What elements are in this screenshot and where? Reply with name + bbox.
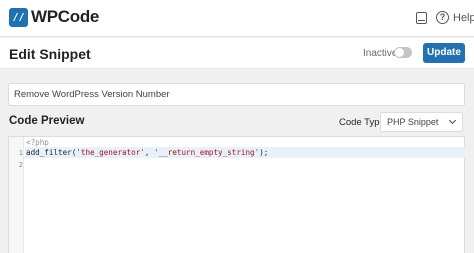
snippet-title-input[interactable]: Remove WordPress Version Number (8, 83, 465, 106)
help-icon: ? (436, 11, 449, 24)
code-type-label: Code Type (339, 117, 385, 128)
line-number: 1 (18, 149, 23, 157)
active-toggle[interactable] (394, 47, 412, 58)
line-gutter: 1 2 (9, 137, 24, 253)
code-arg-1: 'the_generator' (76, 148, 145, 157)
chevron-down-icon (448, 116, 457, 125)
update-button[interactable]: Update (423, 43, 465, 63)
code-end: ); (259, 148, 269, 157)
status-label: Inactive (363, 48, 398, 59)
code-line-1: add_filter('the_generator', '__return_em… (26, 148, 268, 157)
page-title: Edit Snippet (9, 46, 91, 62)
code-type-value: PHP Snippet (387, 117, 439, 127)
code-type-select[interactable]: PHP Snippet (380, 112, 463, 132)
code-function: add_filter( (26, 148, 77, 157)
top-bar: // WPCode ? Help (0, 0, 474, 37)
code-separator: , (144, 148, 155, 157)
help-label: Help (453, 11, 474, 24)
page-header: Edit Snippet Inactive Update (0, 38, 474, 69)
wpcode-logo-icon: // (9, 8, 28, 27)
php-open-tag: <?php (26, 138, 49, 147)
brand-name: WPCode (31, 7, 100, 26)
code-preview-heading: Code Preview (9, 115, 85, 127)
notifications-icon[interactable] (416, 12, 427, 24)
line-number: 2 (18, 161, 23, 169)
code-arg-2: '__return_empty_string' (154, 148, 260, 157)
toggle-knob (395, 48, 404, 57)
code-editor[interactable]: 1 2 <?php add_filter('the_generator', '_… (8, 136, 465, 253)
help-link[interactable]: ? Help (436, 11, 474, 24)
